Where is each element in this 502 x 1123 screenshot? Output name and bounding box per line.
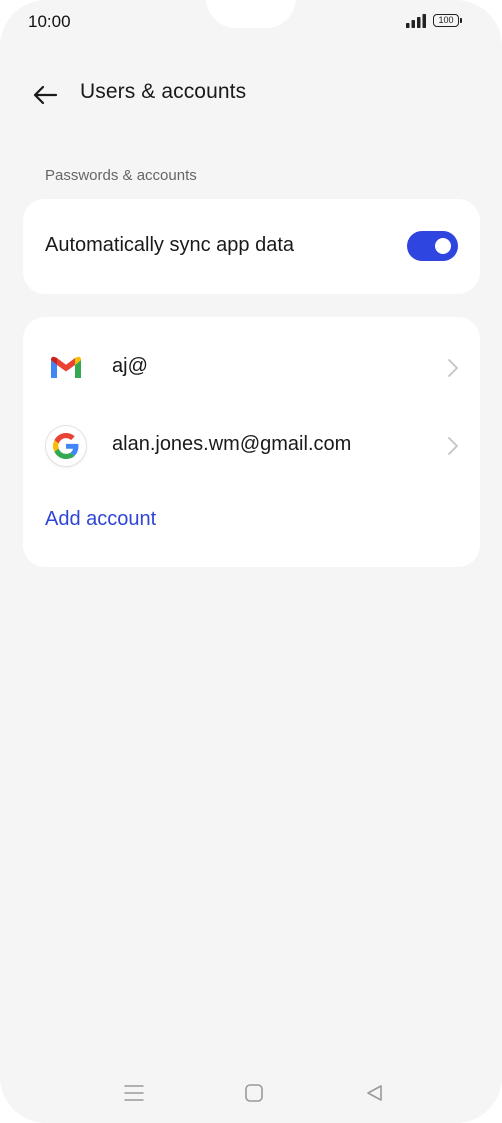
sync-label: Automatically sync app data [45,234,295,256]
google-icon [45,425,87,467]
account-label: aj@ [112,355,148,377]
signal-icon [406,14,426,28]
account-row-google[interactable]: alan.jones.wm@gmail.com [23,409,480,481]
recent-apps-button[interactable] [119,1078,149,1108]
sync-card: Automatically sync app data [23,199,480,294]
navigation-bar [0,1068,502,1116]
phone-screen: 10:00 100 Users & accounts Passwords & a… [0,0,502,1123]
menu-icon [124,1085,144,1101]
chevron-right-icon [448,437,458,455]
account-row-gmail[interactable]: aj@ [23,331,480,403]
gmail-icon [45,347,87,389]
section-label: Passwords & accounts [45,167,197,184]
home-square-icon [245,1084,263,1102]
system-back-button[interactable] [359,1078,389,1108]
back-triangle-icon [367,1085,382,1101]
battery-icon: 100 [433,14,459,27]
toggle-knob [435,238,451,254]
battery-level: 100 [438,15,454,25]
sync-toggle[interactable] [407,231,458,261]
page-title: Users & accounts [80,80,247,103]
add-account-button[interactable]: Add account [45,508,156,531]
battery-tip [460,18,462,23]
home-button[interactable] [239,1078,269,1108]
back-button[interactable] [24,74,66,116]
status-time: 10:00 [28,12,71,31]
app-header: Users & accounts [0,70,502,118]
chevron-right-icon [448,359,458,377]
arrow-left-icon [33,85,58,105]
google-icon-badge [46,426,86,466]
account-label: alan.jones.wm@gmail.com [112,433,352,455]
accounts-card: aj@ alan.jones.wm@gmail.com Add account [23,317,480,567]
status-bar: 10:00 100 [0,0,502,44]
